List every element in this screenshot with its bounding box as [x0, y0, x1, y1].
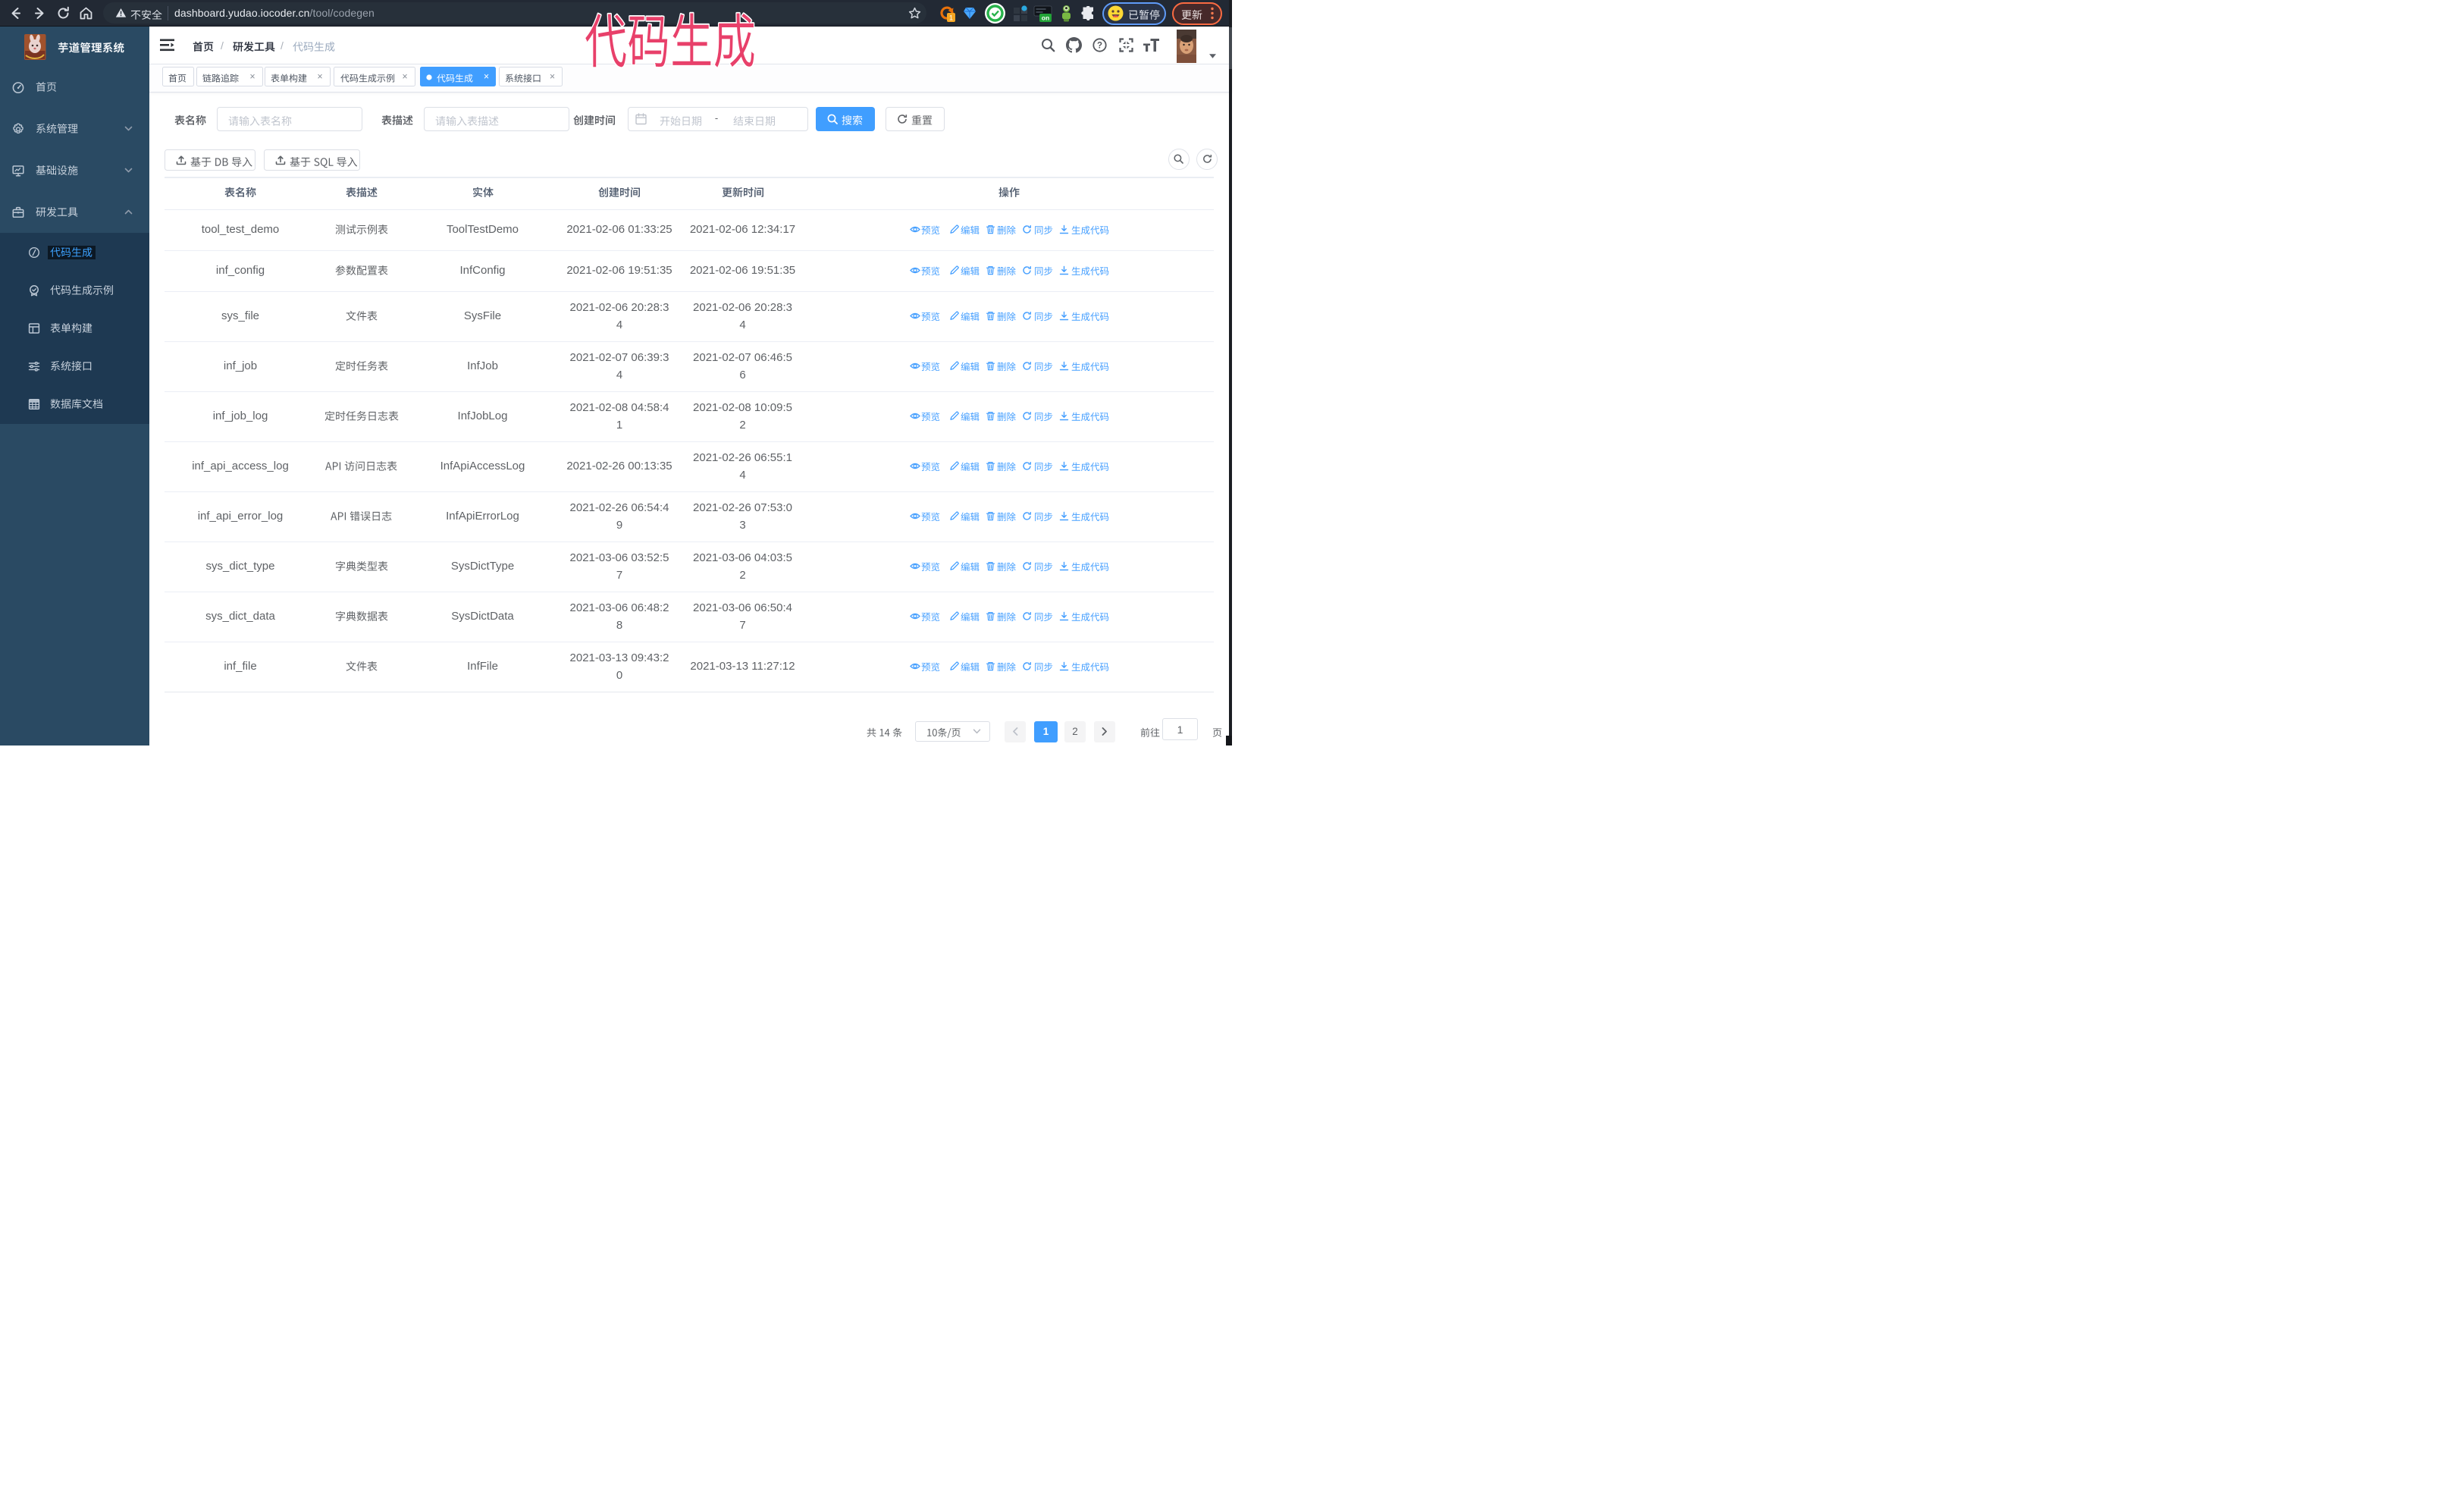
svg-text:1: 1 [949, 14, 953, 22]
svg-text:?: ? [1097, 42, 1102, 51]
svg-text:on: on [1042, 14, 1049, 22]
